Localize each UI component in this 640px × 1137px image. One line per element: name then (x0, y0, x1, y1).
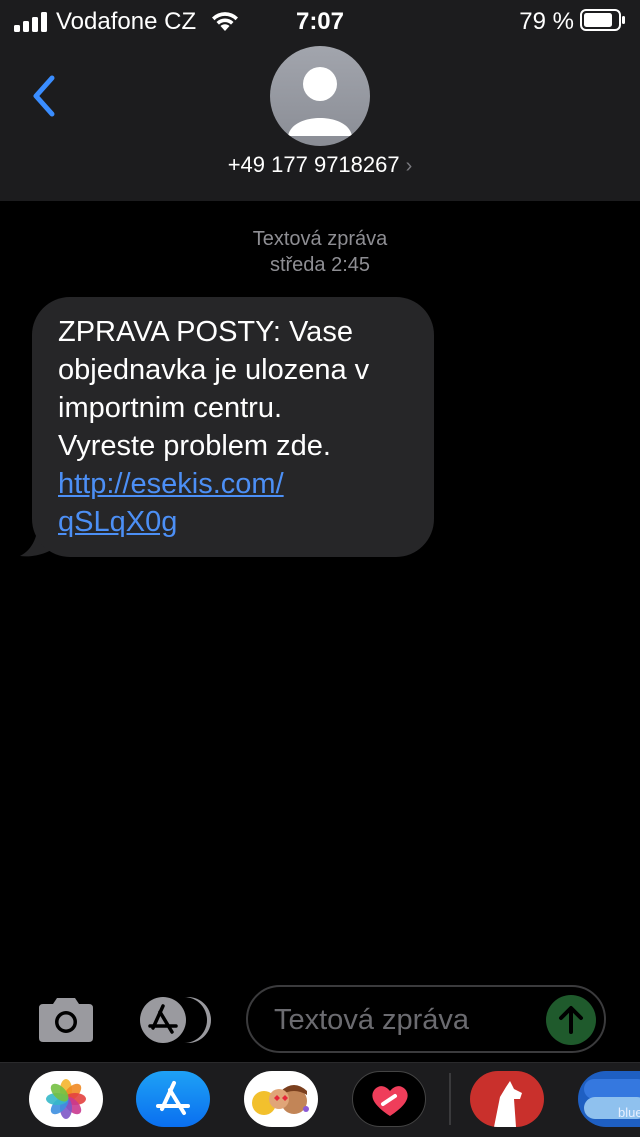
message-line: importnim centru. (58, 392, 283, 424)
digital-touch-app-button[interactable] (352, 1071, 426, 1127)
arrow-up-icon (559, 1006, 583, 1034)
digital-touch-icon (372, 1086, 408, 1116)
app-store-icon[interactable] (138, 995, 214, 1045)
photos-icon (46, 1079, 86, 1119)
dog-app-button[interactable] (470, 1071, 544, 1127)
status-bar: Vodafone CZ 7:07 79 % (0, 0, 640, 42)
message-input[interactable]: Textová zpráva (246, 985, 606, 1053)
message-link[interactable]: http://esekis.com/ (58, 465, 408, 503)
camera-icon[interactable] (35, 996, 97, 1044)
memoji-icon (252, 1085, 309, 1115)
message-type-label: Textová zpráva (252, 228, 388, 250)
dog-app-icon (494, 1081, 522, 1127)
chevron-right-icon: › (405, 155, 413, 177)
contact-name-button[interactable]: +49 177 9718267 › (0, 152, 640, 178)
message-input-placeholder: Textová zpráva (274, 1004, 470, 1036)
message-line: objednavka je ulozena v (58, 354, 370, 386)
contact-phone-number: +49 177 9718267 (227, 152, 400, 177)
memoji-app-button[interactable] (244, 1071, 318, 1127)
app-store-app-button[interactable] (136, 1071, 210, 1127)
photos-app-button[interactable] (29, 1071, 103, 1127)
contact-avatar[interactable] (270, 46, 370, 146)
app-store-a-icon (156, 1081, 190, 1115)
message-line: ZPRAVA POSTY: Vase (58, 316, 353, 348)
drawer-divider (449, 1073, 451, 1125)
conversation-header: Vodafone CZ 7:07 79 % +49 177 9718267 › (0, 0, 640, 201)
imessage-app-drawer: blue (0, 1062, 640, 1137)
blue-app-button[interactable]: blue (578, 1071, 640, 1127)
battery-icon (580, 9, 625, 31)
battery-percentage: 79 % (519, 8, 574, 35)
blue-app-label: blue (618, 1105, 640, 1120)
send-button[interactable] (546, 995, 596, 1045)
message-timestamp: středa 2:45 (269, 254, 371, 276)
message-link-continuation[interactable]: qSLqX0g (58, 503, 408, 541)
back-chevron-icon[interactable] (26, 72, 66, 120)
incoming-message-bubble[interactable]: ZPRAVA POSTY: Vase objednavka je ulozena… (32, 297, 434, 557)
message-line: Vyreste problem zde. (58, 430, 331, 462)
person-silhouette-icon (288, 67, 352, 136)
